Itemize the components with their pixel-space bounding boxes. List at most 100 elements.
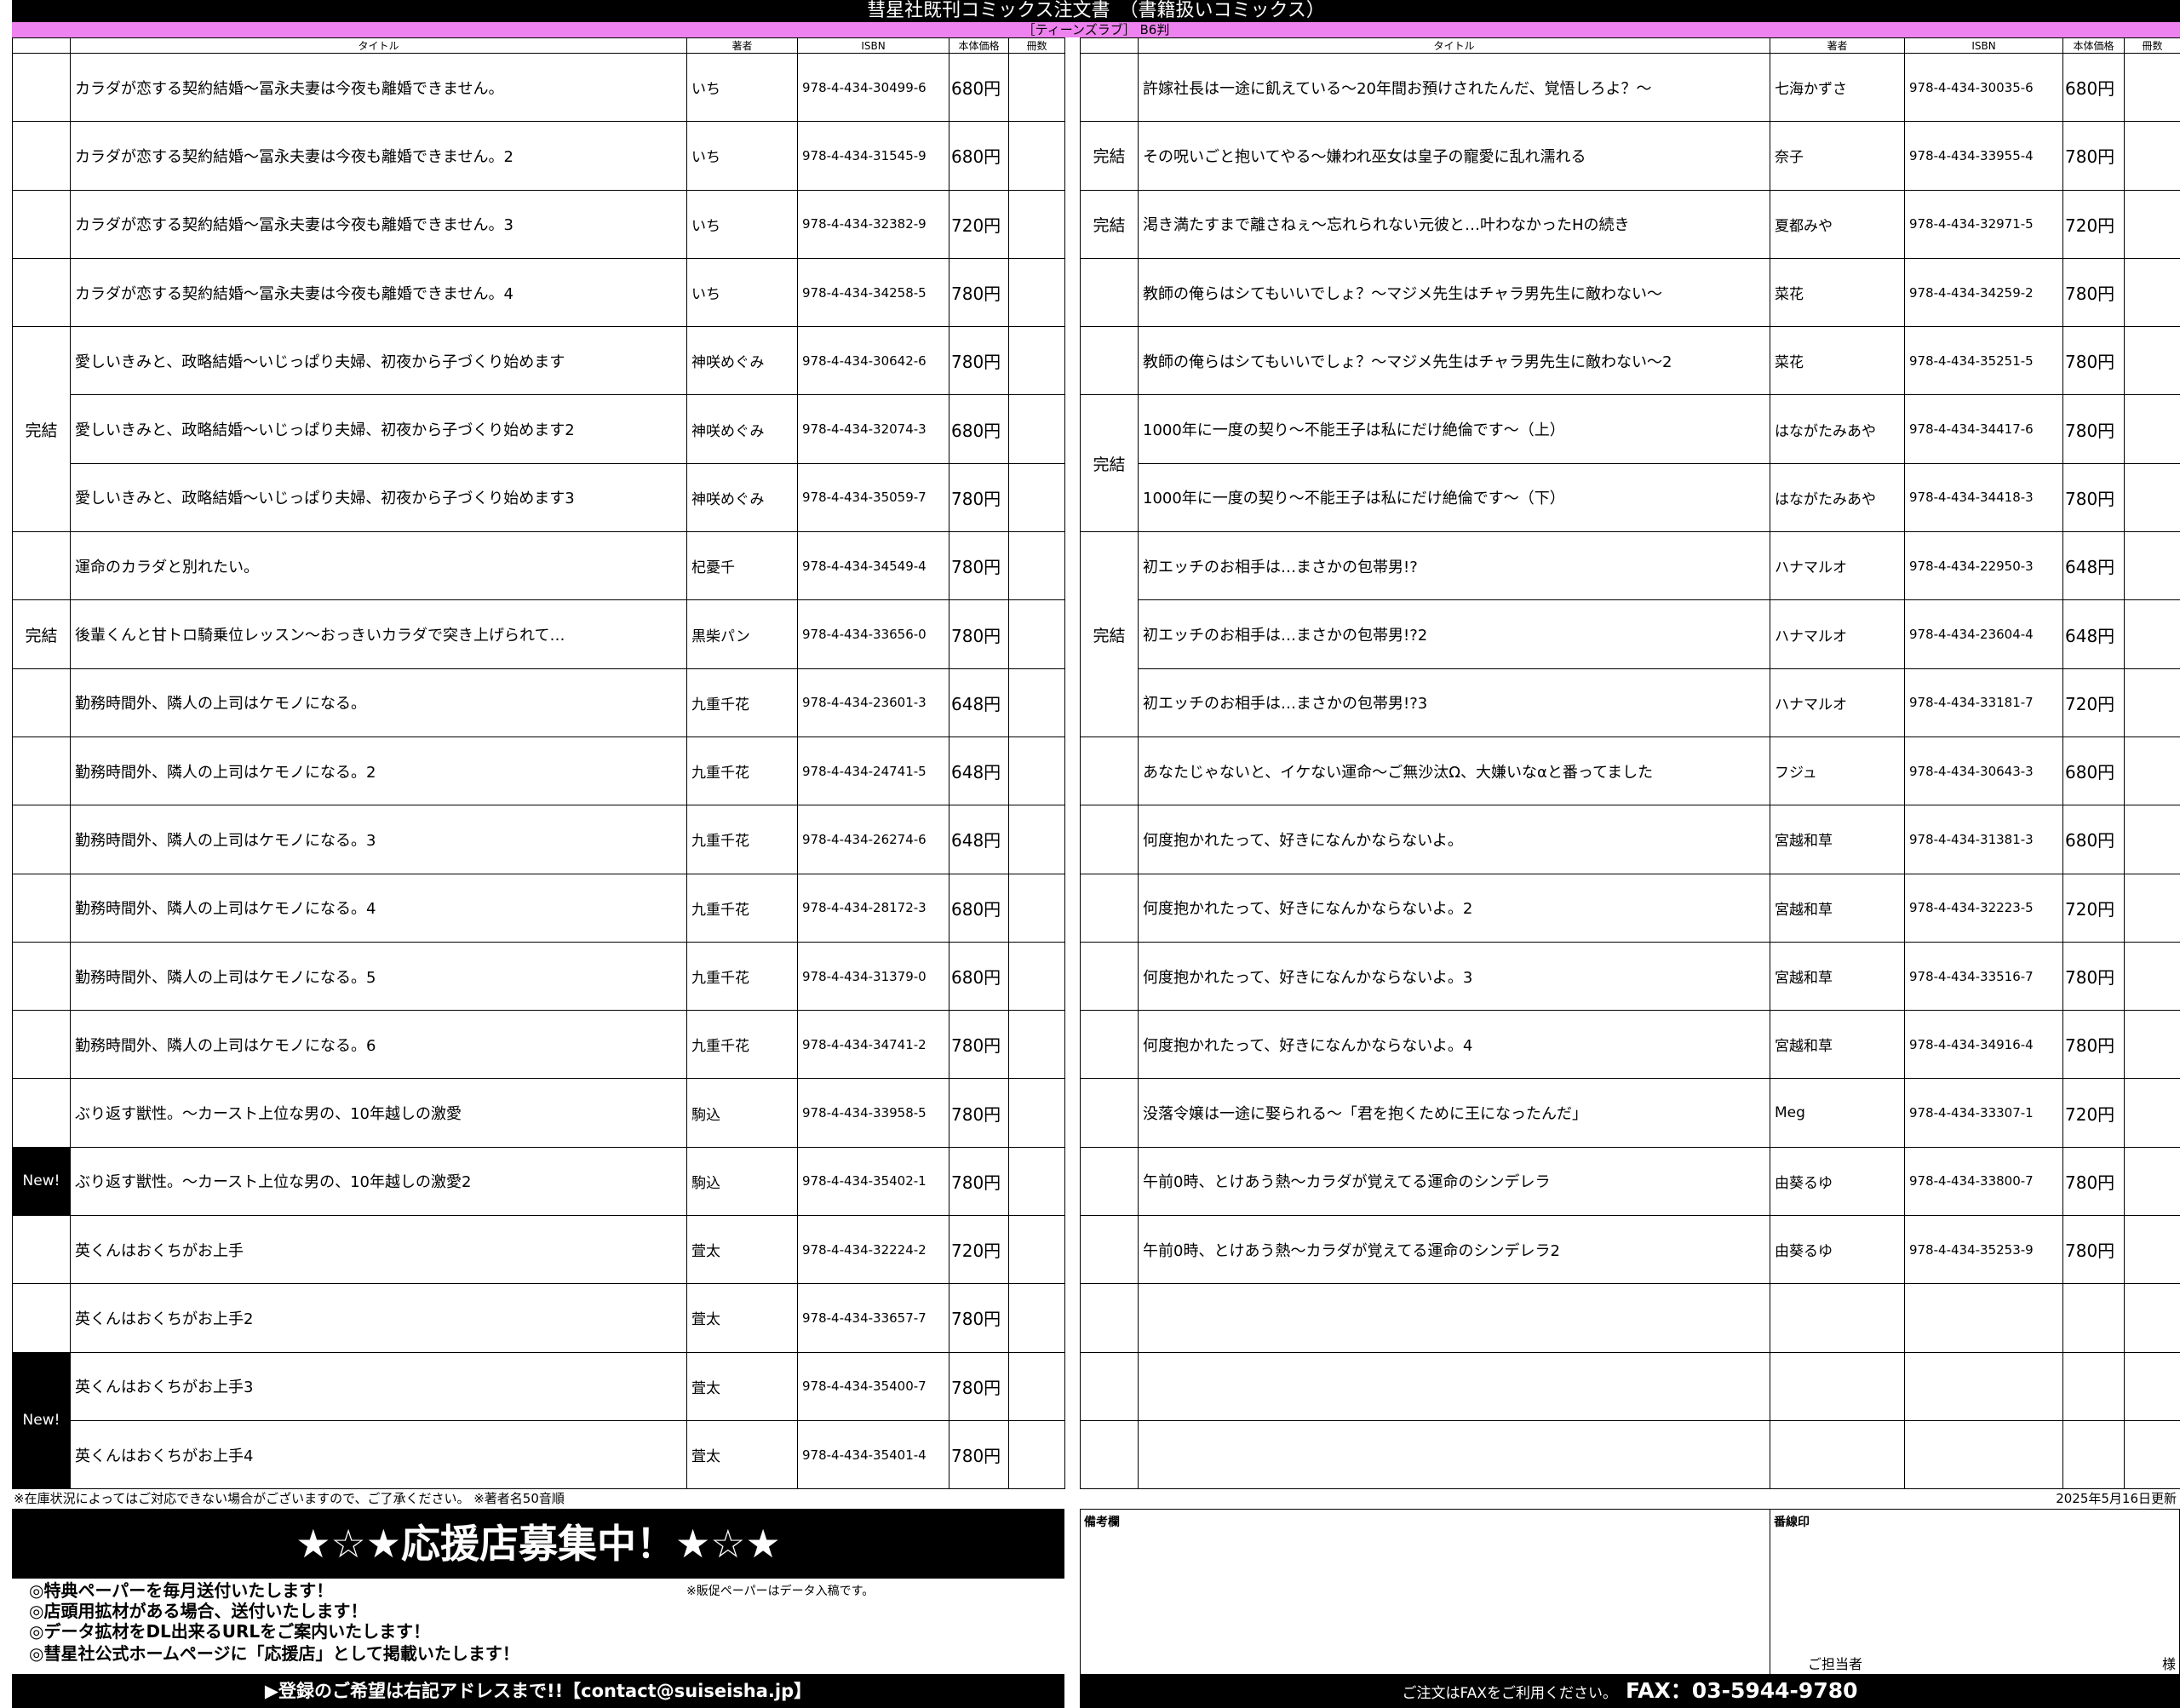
quantity-cell[interactable] — [2124, 1419, 2180, 1490]
header-qty: 冊数 — [1008, 37, 1065, 54]
title-cell: 英くんはおくちがお上手 — [70, 1215, 687, 1285]
isbn-cell: 978-4-434-32971-5 — [1904, 189, 2063, 259]
quantity-cell[interactable] — [1008, 462, 1065, 533]
price-cell — [2062, 1351, 2125, 1421]
author-cell: ハナマルオ — [1770, 531, 1905, 601]
price-cell: 780円 — [2062, 1215, 2125, 1285]
status-cell: 完結 — [12, 326, 71, 533]
author-cell: 宮越和草 — [1770, 873, 1905, 943]
status-cell — [12, 121, 71, 191]
quantity-cell[interactable] — [2124, 1351, 2180, 1421]
remarks-box[interactable]: 備考欄 — [1080, 1509, 1770, 1676]
quantity-cell[interactable] — [2124, 1215, 2180, 1285]
table-row: 初エッチのお相手は…まさかの包帯男!?3 ハナマルオ 978-4-434-33181… — [1081, 668, 2180, 737]
price-cell: 780円 — [2062, 462, 2125, 533]
person-in-charge-label: ご担当者 — [1808, 1656, 1863, 1672]
stamp-box[interactable]: 番線印 ご担当者 様 — [1770, 1509, 2180, 1676]
quantity-cell[interactable] — [1008, 1146, 1065, 1217]
quantity-cell[interactable] — [2124, 1146, 2180, 1217]
quantity-cell[interactable] — [1008, 941, 1065, 1012]
status-cell — [1080, 736, 1139, 806]
quantity-cell[interactable] — [2124, 394, 2180, 464]
quantity-cell[interactable] — [2124, 462, 2180, 533]
title-cell: 後輩くんと甘トロ騎乗位レッスン～おっきいカラダで突き上げられて… — [70, 599, 687, 669]
title-cell: 1000年に一度の契り～不能王子は私にだけ絶倫です～（下） — [1138, 462, 1770, 533]
quantity-cell[interactable] — [2124, 668, 2180, 737]
quantity-cell[interactable] — [1008, 531, 1065, 601]
status-cell — [1080, 1419, 1139, 1490]
table-row: 午前0時、とけあう熱～カラダが覚えてる運命のシンデレラ2 由葵るゆ 978-4-43… — [1080, 1215, 2180, 1285]
table-row: 英くんはおくちがお上手2 萓太 978-4-434-33657-7 780円 — [12, 1283, 1065, 1353]
quantity-cell[interactable] — [1008, 52, 1065, 123]
quantity-cell[interactable] — [2124, 189, 2180, 259]
quantity-cell[interactable] — [2124, 599, 2180, 669]
quantity-cell[interactable] — [1008, 1283, 1065, 1353]
price-cell: 680円 — [2062, 805, 2125, 874]
quantity-cell[interactable] — [1008, 257, 1065, 328]
quantity-cell[interactable] — [2124, 1010, 2180, 1080]
quantity-cell[interactable] — [1008, 736, 1065, 806]
promo-line: ◎彗星社公式ホームページに「応援店」として掲載いたします！ — [29, 1643, 519, 1664]
table-row — [1080, 1283, 2180, 1353]
title-cell: ぶり返す獣性。～カースト上位な男の、10年越しの激愛2 — [70, 1146, 687, 1217]
quantity-cell[interactable] — [1008, 121, 1065, 191]
quantity-cell[interactable] — [1008, 1010, 1065, 1080]
quantity-cell[interactable] — [2124, 941, 2180, 1012]
quantity-cell[interactable] — [2124, 531, 2180, 601]
price-cell: 780円 — [2062, 257, 2125, 328]
quantity-cell[interactable] — [1008, 805, 1065, 874]
price-cell: 680円 — [949, 941, 1009, 1012]
quantity-cell[interactable] — [2124, 736, 2180, 806]
status-cell — [12, 668, 71, 737]
status-cell — [12, 941, 71, 1012]
author-cell: 萓太 — [686, 1283, 798, 1353]
price-cell: 780円 — [2062, 326, 2125, 396]
quantity-cell[interactable] — [2124, 873, 2180, 943]
quantity-cell[interactable] — [1008, 394, 1065, 464]
quantity-cell[interactable] — [2124, 121, 2180, 191]
price-cell — [2062, 1419, 2125, 1490]
table-row: あなたじゃないと、イケない運命～ご無沙汰Ω、大嫌いなαと番ってました フジュ 978… — [1080, 736, 2180, 806]
status-cell — [1080, 873, 1139, 943]
isbn-cell: 978-4-434-23601-3 — [797, 668, 949, 737]
quantity-cell[interactable] — [1008, 1351, 1065, 1421]
promo-line: ◎特典ペーパーを毎月送付いたします！ — [29, 1580, 334, 1601]
quantity-cell[interactable] — [2124, 52, 2180, 123]
title-cell: 勤務時間外、隣人の上司はケモノになる。4 — [70, 873, 687, 943]
quantity-cell[interactable] — [1008, 668, 1065, 737]
author-cell: 神咲めぐみ — [686, 394, 798, 464]
table-row: カラダが恋する契約結婚～冨永夫妻は今夜も離婚できません。2 いち 978-4-434… — [12, 121, 1065, 191]
isbn-cell: 978-4-434-35059-7 — [797, 462, 949, 533]
isbn-cell: 978-4-434-32224-2 — [797, 1215, 949, 1285]
quantity-cell[interactable] — [1008, 189, 1065, 259]
author-cell: いち — [686, 121, 798, 191]
quantity-cell[interactable] — [1008, 326, 1065, 396]
quantity-cell[interactable] — [2124, 326, 2180, 396]
table-header-row: タイトル 著者 ISBN 本体価格 冊数 — [12, 37, 1065, 54]
quantity-cell[interactable] — [1008, 1419, 1065, 1490]
isbn-cell: 978-4-434-33800-7 — [1904, 1146, 2063, 1217]
header-qty: 冊数 — [2124, 37, 2180, 54]
quantity-cell[interactable] — [2124, 1283, 2180, 1353]
status-cell — [1080, 1215, 1139, 1285]
table-row: New! 英くんはおくちがお上手3 萓太 978-4-434-35400-7 780円 — [12, 1351, 1065, 1490]
isbn-cell: 978-4-434-35253-9 — [1904, 1215, 2063, 1285]
status-cell — [12, 1078, 71, 1148]
quantity-cell[interactable] — [1008, 1078, 1065, 1148]
quantity-cell[interactable] — [2124, 257, 2180, 328]
title-cell: 何度抱かれたって、好きになんかならないよ。2 — [1138, 873, 1770, 943]
author-cell: 萓太 — [686, 1419, 798, 1490]
title-cell: その呪いごと抱いてやる～嫌われ巫女は皇子の寵愛に乱れ濡れる — [1138, 121, 1770, 191]
header-author: 著者 — [686, 37, 798, 54]
status-cell — [12, 1283, 71, 1353]
title-cell: 初エッチのお相手は…まさかの包帯男!?2 — [1138, 599, 1770, 669]
quantity-cell[interactable] — [1008, 1215, 1065, 1285]
table-row: 完結 渇き満たすまで離さねぇ～忘れられない元彼と…叶わなかったHの続き 夏都みや 97… — [1080, 189, 2180, 259]
isbn-cell: 978-4-434-31379-0 — [797, 941, 949, 1012]
quantity-cell[interactable] — [1008, 599, 1065, 669]
quantity-cell[interactable] — [2124, 1078, 2180, 1148]
quantity-cell[interactable] — [1008, 873, 1065, 943]
price-cell: 780円 — [2062, 121, 2125, 191]
author-cell: Meg — [1770, 1078, 1905, 1148]
quantity-cell[interactable] — [2124, 805, 2180, 874]
